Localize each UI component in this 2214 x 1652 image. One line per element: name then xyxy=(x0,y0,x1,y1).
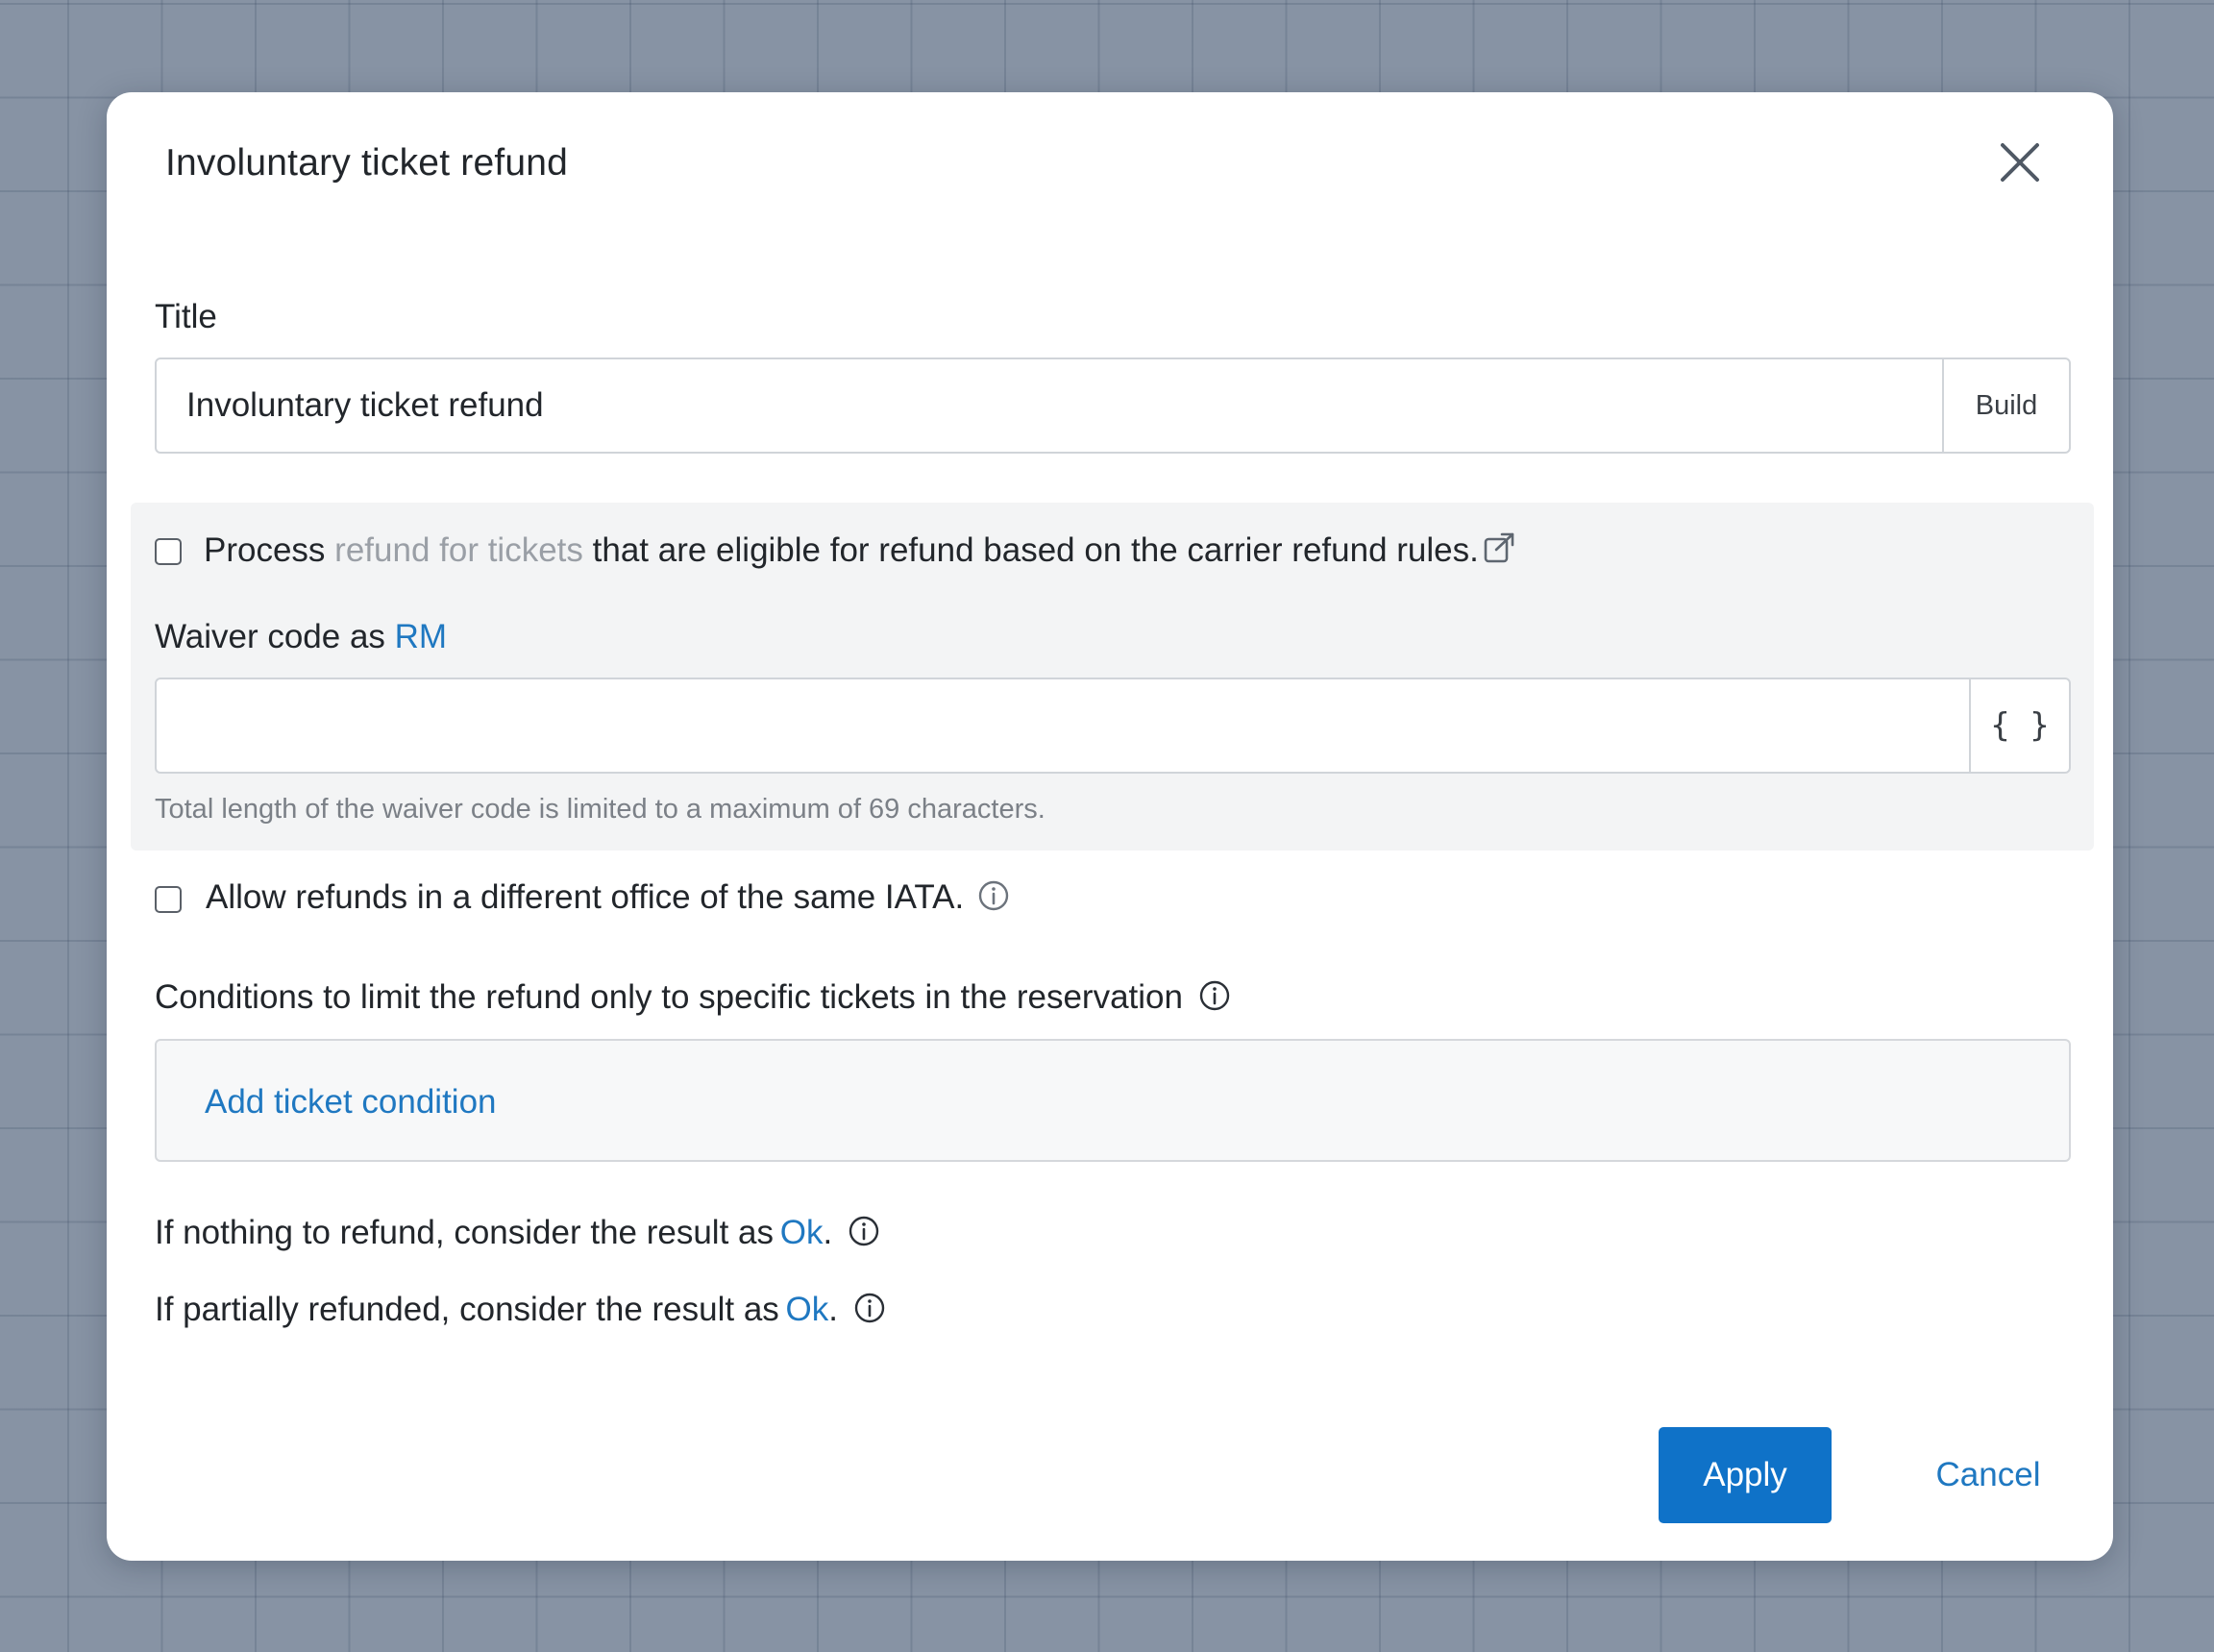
info-icon[interactable] xyxy=(977,879,1010,912)
waiver-format-link[interactable]: RM xyxy=(395,618,447,655)
dialog-title: Involuntary ticket refund xyxy=(165,142,569,184)
apply-button[interactable]: Apply xyxy=(1659,1427,1832,1523)
partially-refunded-result-link[interactable]: Ok xyxy=(786,1291,829,1328)
waiver-label-prefix: Waiver code as xyxy=(155,618,385,655)
title-label: Title xyxy=(155,298,217,335)
variables-button[interactable]: { } xyxy=(1969,679,2069,772)
allow-refunds-text: Allow refunds in a different office of t… xyxy=(206,878,965,916)
partially-refunded-row: If partially refunded, consider the resu… xyxy=(155,1291,886,1329)
allow-refunds-checkbox[interactable] xyxy=(155,886,182,913)
build-button[interactable]: Build xyxy=(1942,359,2069,452)
add-ticket-condition-link[interactable]: Add ticket condition xyxy=(205,1083,497,1122)
cancel-button[interactable]: Cancel xyxy=(1902,1427,2075,1523)
waiver-code-input[interactable] xyxy=(157,679,1969,772)
process-refund-label: Process refund for tickets that are elig… xyxy=(204,530,1517,570)
nothing-to-refund-text: If nothing to refund, consider the resul… xyxy=(155,1214,774,1251)
partially-refunded-suffix: . xyxy=(828,1291,838,1328)
nothing-to-refund-result-link[interactable]: Ok xyxy=(780,1214,824,1251)
process-refund-muted-text: refund for tickets xyxy=(334,531,583,569)
ticket-conditions-box: Add ticket condition xyxy=(155,1039,2071,1162)
info-icon[interactable] xyxy=(1198,979,1231,1012)
title-input-group: Involuntary ticket refund Build xyxy=(155,358,2071,454)
waiver-hint: Total length of the waiver code is limit… xyxy=(155,794,1046,825)
close-button[interactable] xyxy=(1996,138,2044,186)
conditions-label: Conditions to limit the refund only to s… xyxy=(155,978,1231,1017)
conditions-label-text: Conditions to limit the refund only to s… xyxy=(155,978,1183,1016)
info-icon[interactable] xyxy=(853,1292,886,1324)
refund-dialog: Involuntary ticket refund Title Involunt… xyxy=(107,92,2113,1561)
process-refund-checkbox[interactable] xyxy=(155,538,182,565)
allow-refunds-label: Allow refunds in a different office of t… xyxy=(206,878,1010,917)
process-refund-text-before: Process xyxy=(204,531,326,569)
title-input[interactable]: Involuntary ticket refund xyxy=(157,359,1942,452)
close-icon xyxy=(2001,143,2039,182)
nothing-to-refund-suffix: . xyxy=(823,1214,833,1251)
external-link-icon[interactable] xyxy=(1483,530,1517,565)
nothing-to-refund-row: If nothing to refund, consider the resul… xyxy=(155,1214,880,1252)
waiver-input-group: { } xyxy=(155,678,2071,774)
process-refund-text-after: that are eligible for refund based on th… xyxy=(592,531,1479,569)
info-icon[interactable] xyxy=(848,1215,880,1247)
waiver-label: Waiver code as RM xyxy=(155,618,447,656)
partially-refunded-text: If partially refunded, consider the resu… xyxy=(155,1291,779,1328)
